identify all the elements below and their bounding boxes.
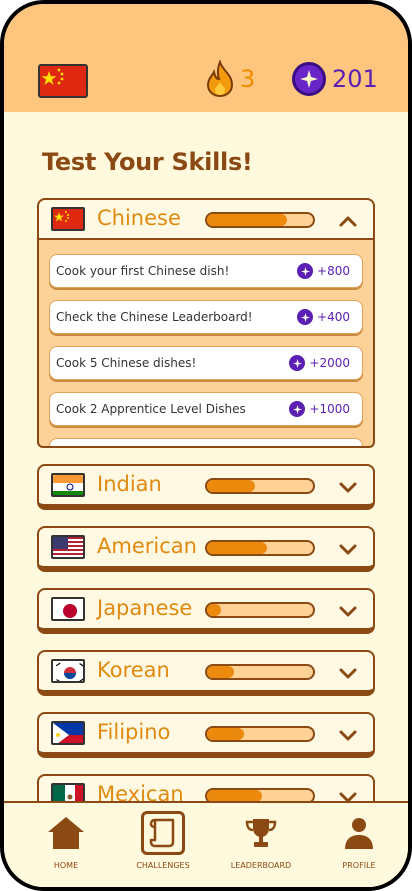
nav-label: HOME <box>53 861 79 870</box>
nav-label: LEADERBOARD <box>230 861 292 870</box>
task-label: Cook 2 Apprentice Level Dishes <box>56 402 246 416</box>
nav-home[interactable]: HOME <box>21 811 111 870</box>
nav-profile[interactable]: PROFILE <box>314 811 404 870</box>
cuisine-card-filipino[interactable]: Filipino <box>37 712 375 758</box>
nav-label: CHALLENGES <box>136 861 190 870</box>
task-points: +2000 <box>309 356 350 370</box>
task-reward: +800 <box>297 263 350 279</box>
scroll-icon <box>141 811 185 855</box>
streak-counter: 3 <box>204 60 255 98</box>
nav-leaderboard[interactable]: LEADERBOARD <box>216 811 306 870</box>
gem-count: 201 <box>332 65 378 93</box>
gem-counter: 201 <box>292 62 378 96</box>
task-item[interactable]: Check the Chinese Leaderboard! +400 <box>49 300 363 334</box>
task-reward: +400 <box>297 309 350 325</box>
phone-frame: 3 201 Test Your Skills! Chinese Cook you… <box>0 0 412 891</box>
progress-bar <box>205 602 315 618</box>
cuisine-name: Chinese <box>97 206 181 230</box>
cuisine-name: Korean <box>97 658 170 682</box>
philippines-flag-icon <box>51 721 85 745</box>
flame-icon <box>206 60 234 98</box>
page-title: Test Your Skills! <box>42 148 253 176</box>
top-bar: 3 201 <box>4 4 408 112</box>
gem-icon <box>297 263 314 279</box>
cuisine-name: Japanese <box>97 596 193 620</box>
korea-flag-icon <box>51 659 85 683</box>
chevron-down-icon[interactable] <box>337 600 359 622</box>
chevron-down-icon[interactable] <box>337 724 359 746</box>
cuisine-name: Indian <box>97 472 162 496</box>
gem-icon <box>292 62 326 96</box>
japan-flag-icon <box>51 597 85 621</box>
china-flag-icon <box>51 207 85 231</box>
chinese-task-panel: Cook your first Chinese dish! +800 Check… <box>37 240 375 448</box>
gem-icon <box>289 355 306 371</box>
chevron-up-icon[interactable] <box>337 210 359 232</box>
progress-bar <box>205 540 315 556</box>
cuisine-card-japanese[interactable]: Japanese <box>37 588 375 634</box>
task-points: +400 <box>317 310 350 324</box>
progress-bar <box>205 664 315 680</box>
user-icon <box>337 811 381 855</box>
cuisine-name: American <box>97 534 197 558</box>
bottom-nav: HOME CHALLENGES LEADERBOARD PROFILE <box>4 801 408 887</box>
streak-count: 3 <box>240 65 256 93</box>
usa-flag-icon <box>51 535 85 559</box>
chevron-down-icon[interactable] <box>337 538 359 560</box>
task-points: +800 <box>317 264 350 278</box>
task-item[interactable] <box>49 438 363 446</box>
cuisine-card-american[interactable]: American <box>37 526 375 572</box>
task-reward: +1000 <box>289 401 350 417</box>
china-flag-icon[interactable] <box>38 64 88 98</box>
gem-icon <box>289 401 306 417</box>
trophy-icon <box>239 811 283 855</box>
cuisine-list: Chinese Cook your first Chinese dish! +8… <box>37 198 375 836</box>
task-item[interactable]: Cook 5 Chinese dishes! +2000 <box>49 346 363 380</box>
india-flag-icon <box>51 473 85 497</box>
task-reward: +2000 <box>289 355 350 371</box>
task-points: +1000 <box>309 402 350 416</box>
task-label: Cook your first Chinese dish! <box>56 264 230 278</box>
cuisine-card-indian[interactable]: Indian <box>37 464 375 510</box>
cuisine-card-chinese[interactable]: Chinese <box>37 198 375 240</box>
nav-label: PROFILE <box>342 861 376 870</box>
task-label: Cook 5 Chinese dishes! <box>56 356 197 370</box>
gem-icon <box>297 309 314 325</box>
progress-bar <box>205 212 315 228</box>
progress-bar <box>205 478 315 494</box>
cuisine-card-korean[interactable]: Korean <box>37 650 375 696</box>
task-item[interactable]: Cook your first Chinese dish! +800 <box>49 254 363 288</box>
chevron-down-icon[interactable] <box>337 476 359 498</box>
cuisine-name: Filipino <box>97 720 171 744</box>
nav-challenges[interactable]: CHALLENGES <box>118 811 208 870</box>
task-item[interactable]: Cook 2 Apprentice Level Dishes +1000 <box>49 392 363 426</box>
task-label: Check the Chinese Leaderboard! <box>56 310 253 324</box>
progress-bar <box>205 726 315 742</box>
home-icon <box>44 811 88 855</box>
chevron-down-icon[interactable] <box>337 662 359 684</box>
